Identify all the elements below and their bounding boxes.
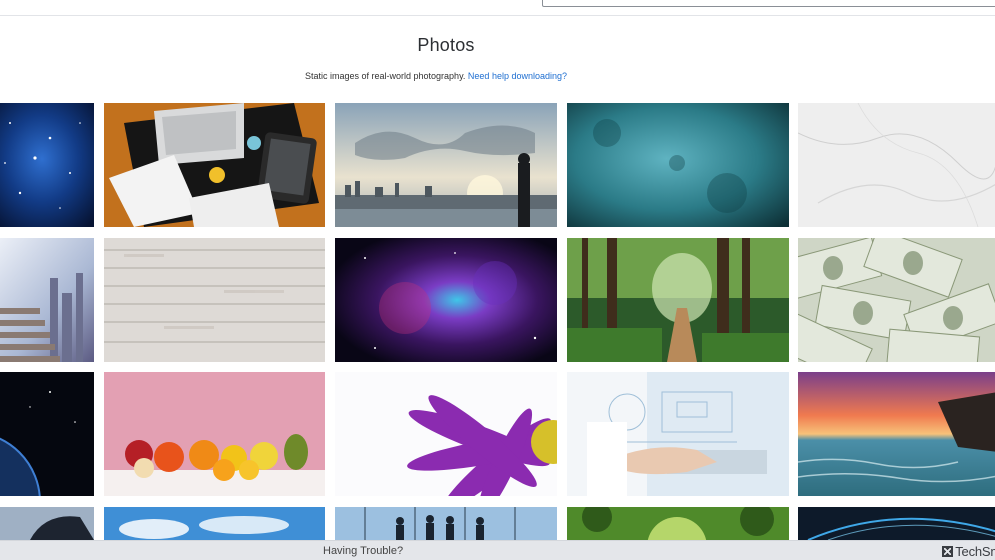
photo-fruit-pink[interactable]	[104, 372, 325, 496]
footer-bar: Having Trouble? TechSm	[0, 540, 995, 560]
photo-light-arc[interactable]	[798, 507, 995, 540]
top-bar	[0, 0, 995, 16]
page-subtitle: Static images of real-world photography.…	[0, 71, 872, 81]
help-download-link[interactable]: Need help downloading?	[468, 71, 567, 81]
photo-ocean-sunset[interactable]	[798, 372, 995, 496]
photo-galaxy-stars[interactable]	[0, 103, 94, 227]
photo-teal-texture[interactable]	[567, 103, 789, 227]
photo-earth-space[interactable]	[0, 372, 94, 496]
photo-city-staircase[interactable]	[0, 238, 94, 362]
photo-green-canopy[interactable]	[567, 507, 789, 540]
photo-dollar-bills[interactable]	[798, 238, 995, 362]
photo-purple-flower[interactable]	[335, 372, 557, 496]
photo-nebula[interactable]	[335, 238, 557, 362]
search-input[interactable]	[542, 0, 995, 7]
photo-world-map-skyline[interactable]	[335, 103, 557, 227]
page-title: Photos	[417, 35, 475, 55]
photo-blue-sky[interactable]	[104, 507, 325, 540]
photo-white-marble[interactable]	[798, 103, 995, 227]
brand-text: TechSm	[955, 544, 995, 559]
photo-desk-laptop[interactable]	[104, 103, 325, 227]
photo-office-silhouettes[interactable]	[335, 507, 557, 540]
techsmith-logo-icon	[942, 546, 954, 557]
subtitle-text: Static images of real-world photography.	[304, 71, 466, 81]
brand-logo[interactable]: TechSm	[942, 544, 995, 559]
photo-forest-path[interactable]	[567, 238, 789, 362]
having-trouble-link[interactable]: Having Trouble?	[323, 545, 403, 557]
photo-tech-hand[interactable]	[567, 372, 789, 496]
photo-business-person[interactable]	[0, 507, 94, 540]
photo-white-wood[interactable]	[104, 238, 325, 362]
